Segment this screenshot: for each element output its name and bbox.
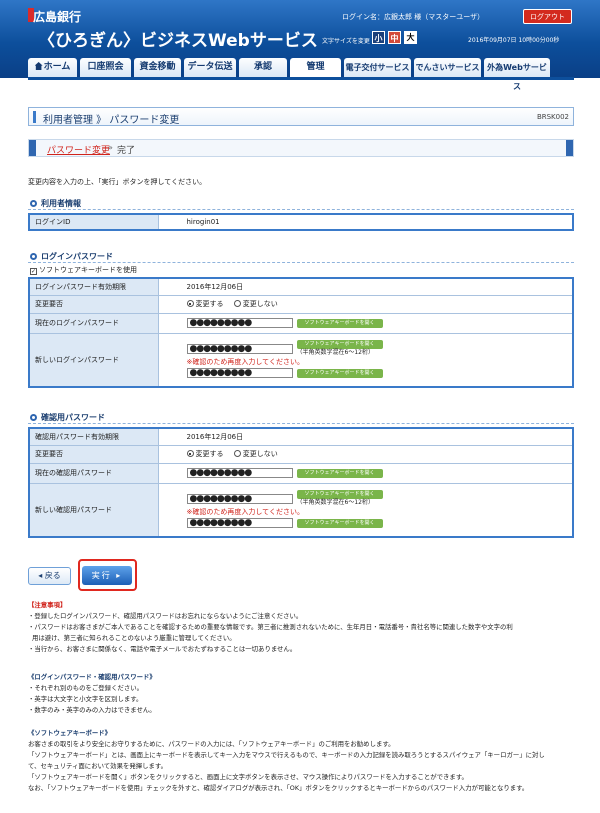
service-name: 〈ひろぎん〉ビジネスWebサービス — [38, 31, 318, 51]
radio-selected-icon — [186, 300, 194, 307]
page-title: 利用者管理 》 パスワード変更 — [43, 115, 180, 126]
login-pw-expiry-value: 2016年12月06日 — [157, 277, 574, 296]
step-separator: » — [108, 143, 113, 152]
instruction-text: 変更内容を入力の上、「実行」ボタンを押してください。 — [28, 178, 207, 186]
login-pw-current-input[interactable]: ●●●●●●●●● — [186, 318, 293, 328]
confirm-pw-expiry-label: 確認用パスワード有効期限 — [28, 427, 159, 446]
section-bullet-icon — [30, 200, 37, 207]
user-info-table: ログインID hirogin01 — [28, 213, 574, 231]
login-pw-expiry-label: ログインパスワード有効期限 — [28, 277, 159, 296]
login-pw-confirm-input[interactable]: ●●●●●●●●● — [186, 368, 293, 379]
nav-divider — [28, 77, 574, 80]
tab-approval[interactable]: 承認 — [239, 58, 287, 77]
confirm-note: ※確認のため再度入力してください。 — [186, 358, 304, 367]
confirm-password-table: 確認用パスワード有効期限 2016年12月06日 変更要否 変更する 変更しない… — [28, 427, 574, 538]
soft-kb-button[interactable]: ソフトウェアキーボードを開く — [296, 490, 383, 500]
section-bullet-icon — [30, 253, 37, 260]
login-pw-nochange-radio[interactable]: 変更しない — [233, 300, 278, 308]
confirm-pw-current-input[interactable]: ●●●●●●●●● — [186, 468, 293, 478]
login-pw-current-label: 現在のログインパスワード — [28, 312, 159, 334]
home-icon — [34, 62, 43, 70]
password-rule: （半角英数字混在6～12桁） — [296, 499, 374, 507]
confirm-pw-change-label: 変更要否 — [28, 444, 159, 464]
font-large-button[interactable]: 大 — [404, 31, 417, 44]
soft-kb-checkbox[interactable]: ✓ ソフトウェアキーボードを使用 — [30, 265, 137, 275]
back-button[interactable]: ◂ 戻る — [28, 567, 71, 585]
step-next: 完了 — [117, 146, 136, 156]
font-medium-button[interactable]: 中 — [388, 31, 401, 44]
checkbox-checked-icon: ✓ — [30, 268, 37, 275]
confirm-pw-new-input[interactable]: ●●●●●●●●● — [186, 493, 293, 504]
soft-kb-button[interactable]: ソフトウェアキーボードを開く — [296, 368, 383, 378]
tab-densai[interactable]: でんさいサービス — [414, 58, 481, 77]
datetime: 2016年09月07日 10時00分00秒 — [468, 37, 560, 44]
tab-management[interactable]: 管理 — [290, 58, 341, 77]
tab-home[interactable]: ホーム — [28, 58, 77, 77]
section-confirm-password: 確認用パスワード — [30, 412, 105, 423]
font-small-button[interactable]: 小 — [372, 31, 385, 44]
radio-icon — [233, 300, 241, 307]
confirm-pw-expiry-value: 2016年12月06日 — [157, 427, 574, 446]
soft-kb-button[interactable]: ソフトウェアキーボードを開く — [296, 468, 383, 478]
soft-kb-button[interactable]: ソフトウェアキーボードを開く — [296, 340, 383, 350]
software-keyboard-notes: 《ソフトウェアキーボード》 お客さまの取引をより安全にお守りするために、パスワー… — [28, 729, 545, 792]
bank-name: 広島銀行 — [33, 10, 82, 24]
soft-kb-button[interactable]: ソフトウェアキーボードを開く — [296, 318, 383, 328]
tab-e-delivery[interactable]: 電子交付サービス — [344, 58, 411, 77]
soft-kb-button[interactable]: ソフトウェアキーボードを開く — [296, 518, 383, 528]
password-rule: （半角英数字混在6～12桁） — [296, 349, 374, 357]
step-right-icon — [566, 140, 573, 156]
font-size-label: 文字サイズを変更 — [322, 38, 370, 45]
confirm-pw-nochange-radio[interactable]: 変更しない — [233, 450, 278, 458]
step-current: パスワード変更 — [47, 146, 111, 156]
step-left-icon — [29, 140, 36, 156]
section-user-info: 利用者情報 — [30, 198, 81, 209]
confirm-note: ※確認のため再度入力してください。 — [186, 508, 304, 517]
tab-account-inquiry[interactable]: 口座照会 — [80, 58, 131, 77]
page-title-box: 利用者管理 》 パスワード変更 BRSK002 — [28, 107, 574, 126]
radio-icon — [233, 450, 241, 457]
section-login-password: ログインパスワード — [30, 251, 113, 262]
tab-forex[interactable]: 外為Webサービス — [484, 58, 550, 91]
login-pw-change-label: 変更要否 — [28, 294, 159, 314]
chevron-right-icon: ▸ — [111, 571, 123, 580]
login-password-table: ログインパスワード有効期限 2016年12月06日 変更要否 変更する 変更しな… — [28, 277, 574, 388]
tab-data-transmission[interactable]: データ伝送 — [184, 58, 236, 77]
login-pw-new-input[interactable]: ●●●●●●●●● — [186, 343, 293, 354]
login-id-value: hirogin01 — [157, 213, 574, 231]
screen-code: BRSK002 — [536, 113, 569, 121]
tab-fund-transfer[interactable]: 資金移動 — [134, 58, 181, 77]
caution-notes: 【注意事項】 ・登録したログインパスワード、確認用パスワードはお忘れにならないよ… — [28, 601, 513, 653]
execute-button[interactable]: 実行 ▸ — [82, 566, 132, 585]
password-notes: 《ログインパスワード・確認用パスワード》 ・それぞれ別のものをご登録ください。 … — [28, 673, 156, 714]
login-pw-change-radio[interactable]: 変更する — [186, 300, 224, 308]
main-nav: ホーム 口座照会 資金移動 データ伝送 承認 管理 電子交付サービス でんさいサ… — [28, 58, 553, 91]
radio-selected-icon — [186, 450, 194, 457]
step-indicator: パスワード変更 » 完了 — [28, 139, 574, 157]
login-pw-new-label: 新しいログインパスワード — [28, 332, 159, 388]
confirm-pw-confirm-input[interactable]: ●●●●●●●●● — [186, 518, 293, 529]
confirm-pw-new-label: 新しい確認用パスワード — [28, 482, 159, 538]
section-bullet-icon — [30, 414, 37, 421]
login-name: ログイン名：広銀太郎 様（マスターユーザ） — [342, 13, 485, 21]
logout-button[interactable]: ログアウト — [523, 9, 572, 24]
confirm-pw-change-radio[interactable]: 変更する — [186, 450, 224, 458]
login-id-label: ログインID — [28, 213, 159, 231]
confirm-pw-current-label: 現在の確認用パスワード — [28, 462, 159, 484]
